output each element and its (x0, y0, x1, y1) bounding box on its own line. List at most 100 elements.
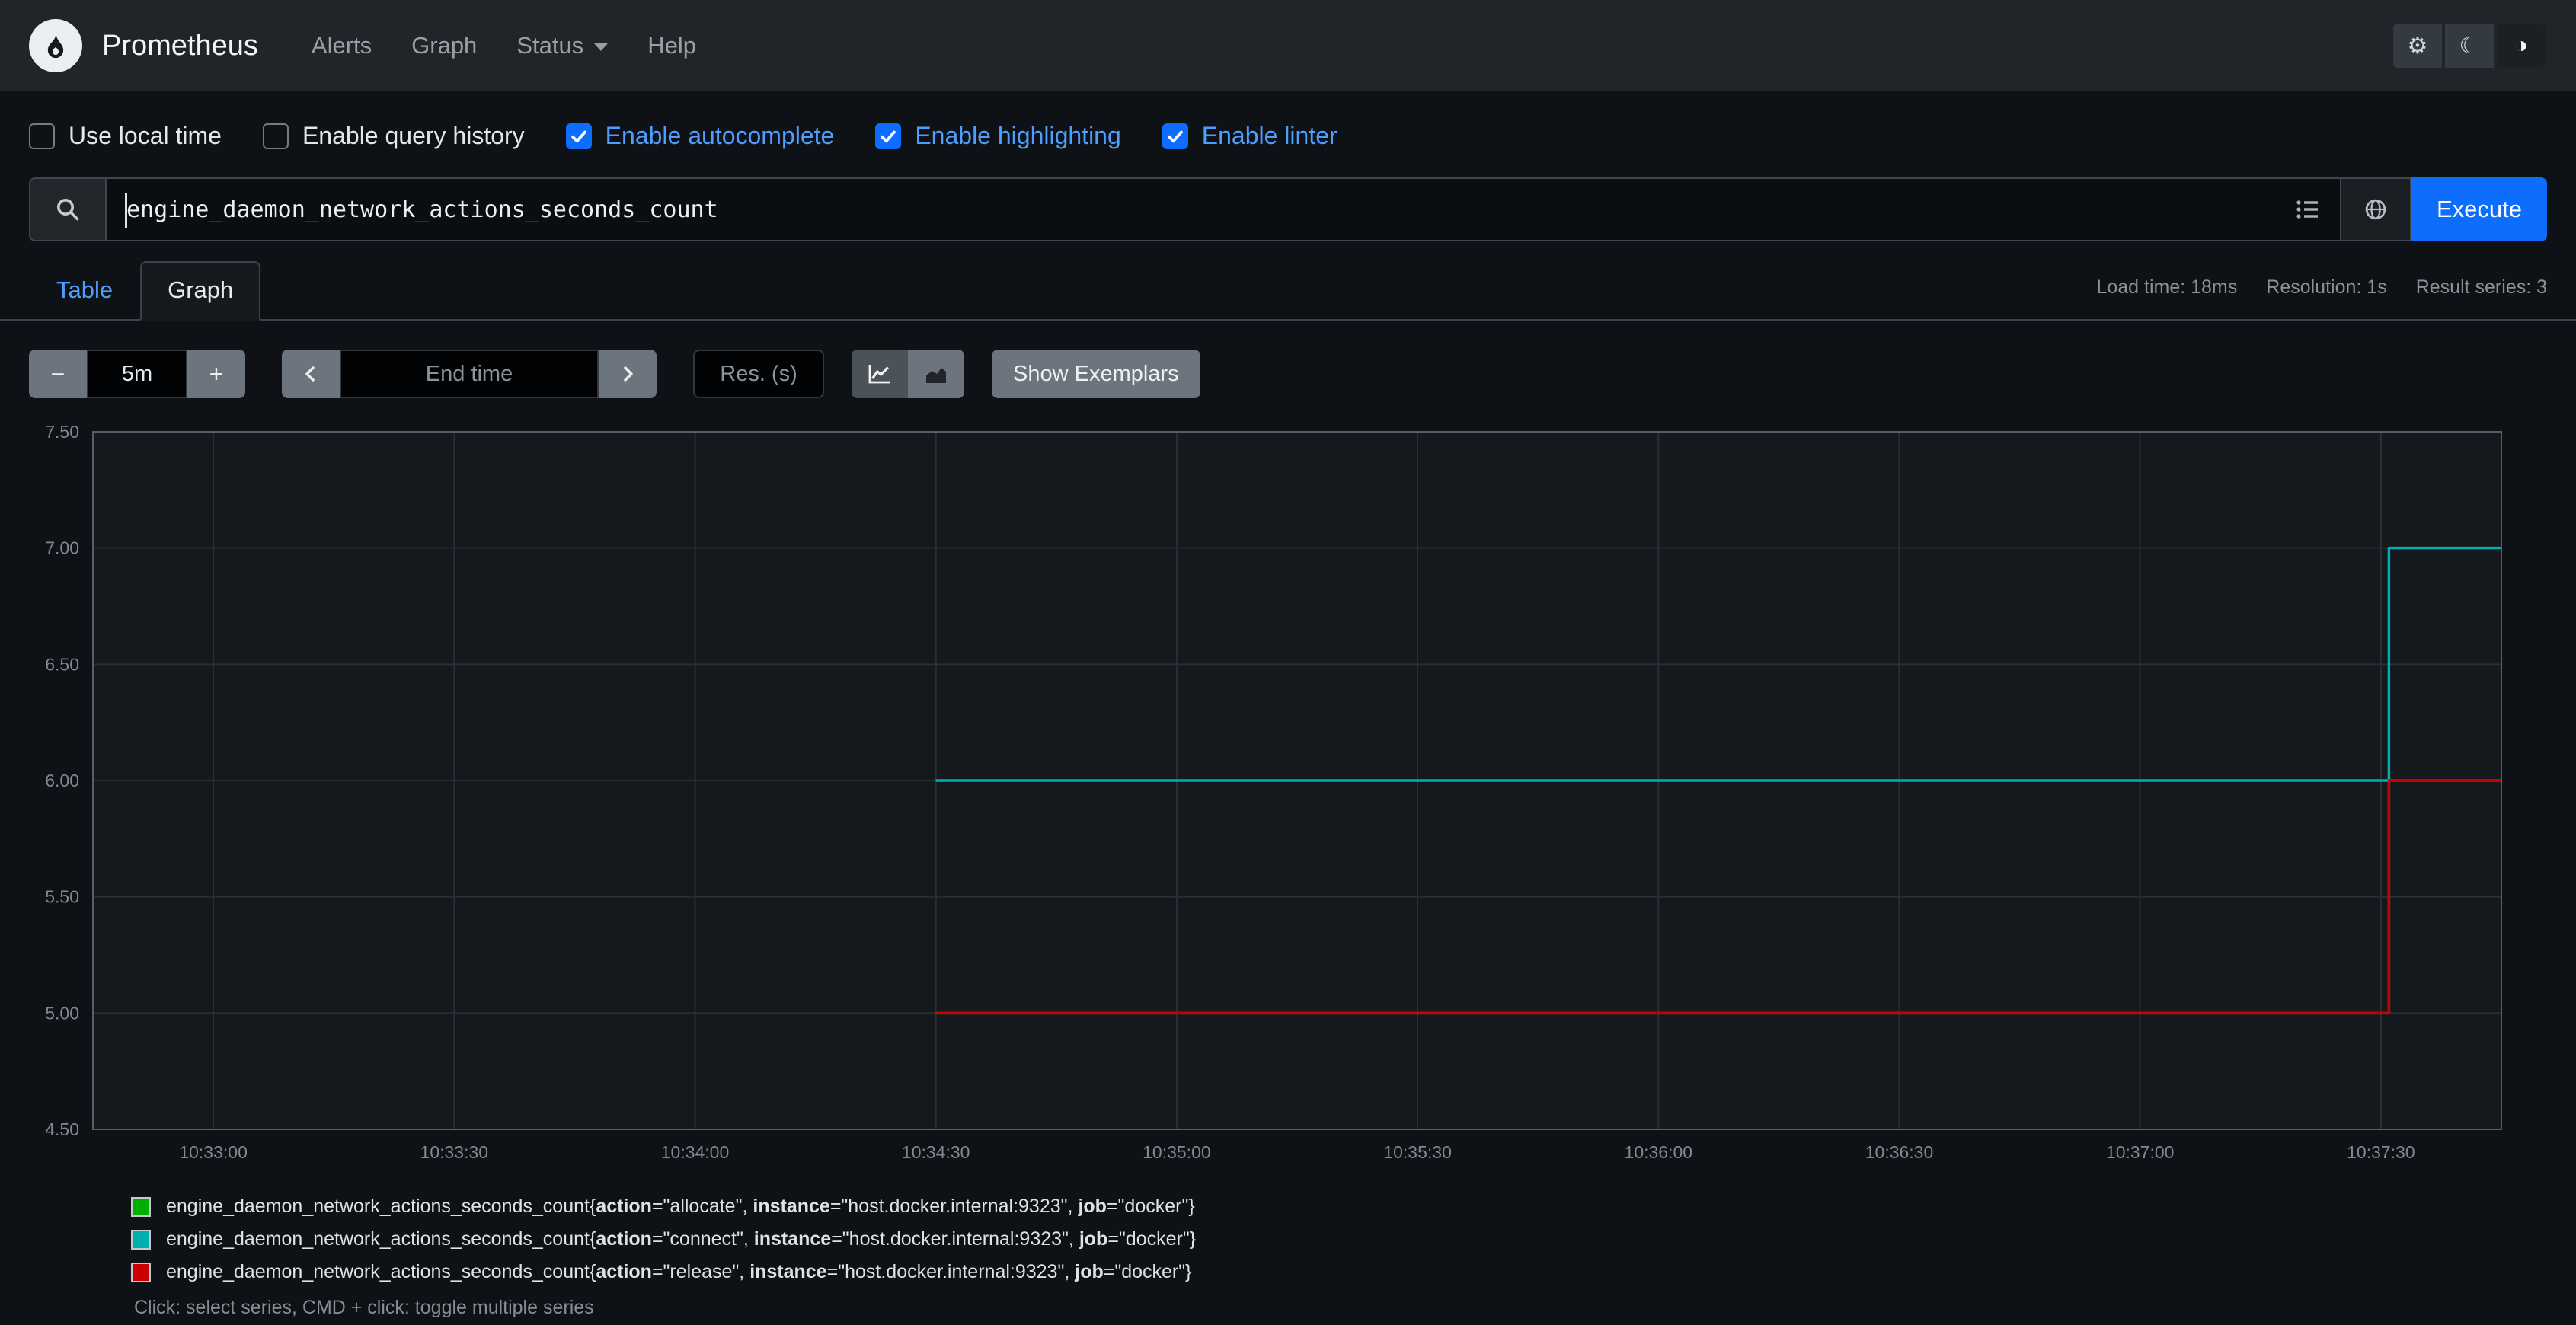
x-tick-label: 10:34:30 (902, 1142, 970, 1162)
checkbox-label: Enable highlighting (915, 122, 1121, 149)
range-input[interactable] (87, 350, 187, 398)
show-exemplars-button[interactable]: Show Exemplars (992, 350, 1200, 398)
legend-label: engine_daemon_network_actions_seconds_co… (166, 1196, 1195, 1217)
metrics-explorer-button[interactable] (2294, 197, 2320, 222)
tab-table[interactable]: Table (29, 261, 140, 321)
resolution-input[interactable] (693, 350, 824, 398)
nav-item-label: Graph (411, 32, 478, 59)
checkbox-label: Enable linter (1201, 122, 1338, 149)
graph-svg[interactable]: 10:33:00 10:33:30 10:34:00 10:34:30 10:35:00… (29, 420, 2547, 1175)
range-group: − + (29, 350, 245, 398)
x-tick-label: 10:35:00 (1143, 1142, 1211, 1162)
y-tick-label: 4.50 (45, 1119, 79, 1139)
line-chart-icon (868, 365, 890, 384)
legend-swatch (131, 1229, 151, 1250)
chart-type-group (852, 350, 964, 398)
x-tick-label: 10:33:30 (420, 1142, 489, 1162)
execute-button[interactable]: Execute (2411, 177, 2547, 241)
option-enable-autocomplete[interactable]: Enable autocomplete (565, 122, 835, 150)
stacked-chart-icon (926, 368, 946, 383)
circle-half-button[interactable]: ◑ (2495, 22, 2547, 69)
moon-button[interactable]: ☾ (2443, 22, 2495, 69)
query-input[interactable] (126, 196, 2282, 223)
nav-item-help[interactable]: Help (628, 20, 716, 72)
circle-half-icon: ◑ (2514, 33, 2529, 58)
x-tick-label: 10:33:00 (179, 1142, 248, 1162)
x-tick-label: 10:35:30 (1383, 1142, 1452, 1162)
nav-item-status[interactable]: Status (497, 20, 628, 72)
checkbox-checked-icon[interactable] (875, 123, 902, 149)
graph-panel: 10:33:00 10:33:30 10:34:00 10:34:30 10:35:00… (29, 420, 2547, 1180)
graph-controls: − + Show Exemplars (29, 350, 2547, 398)
moon-icon: ☾ (2459, 33, 2480, 59)
checkbox-label: Enable query history (302, 122, 525, 149)
legend-label: engine_daemon_network_actions_seconds_co… (166, 1261, 1192, 1282)
y-tick-label: 6.00 (45, 771, 79, 790)
x-tick-label: 10:36:30 (1865, 1142, 1934, 1162)
time-forward-button[interactable] (599, 350, 657, 398)
brand-title: Prometheus (102, 29, 258, 62)
search-icon (57, 199, 79, 221)
nav-item-label: Help (647, 32, 696, 59)
legend-item[interactable]: engine_daemon_network_actions_seconds_co… (131, 1196, 2547, 1218)
end-time-input[interactable] (340, 350, 599, 398)
time-back-button[interactable] (282, 350, 340, 398)
chevron-right-icon (624, 366, 633, 382)
x-tick-label: 10:36:00 (1625, 1142, 1693, 1162)
option-use-local-time[interactable]: Use local time (29, 122, 222, 150)
stat-0: Load time: 18ms (2096, 276, 2238, 298)
query-formatter-button[interactable] (2341, 177, 2411, 241)
decrease-range-button[interactable]: − (29, 350, 87, 398)
checkbox-checked-icon[interactable] (1162, 123, 1188, 149)
y-tick-label: 7.50 (45, 422, 79, 442)
checkbox-label: Enable autocomplete (605, 122, 835, 149)
metrics-explorer-icon (2296, 200, 2318, 219)
top-navbar: Prometheus Alerts Graph Status Help ⚙ ☾ ◑ (0, 0, 2576, 91)
query-stats: Load time: 18ms Resolution: 1s Result seri… (2096, 276, 2547, 305)
x-tick-label: 10:34:00 (661, 1142, 730, 1162)
nav-item-label: Alerts (311, 32, 372, 59)
tab-graph[interactable]: Graph (140, 261, 261, 321)
legend-hint: Click: select series, CMD + click: toggl… (134, 1297, 594, 1318)
options-row: Use local time Enable query history Enable… (0, 91, 2576, 168)
legend: engine_daemon_network_actions_seconds_co… (131, 1196, 2547, 1283)
query-field (105, 177, 2341, 241)
gear-button[interactable]: ⚙ (2392, 22, 2443, 69)
prometheus-logo-icon (29, 19, 82, 72)
checkbox-unchecked-icon[interactable] (262, 123, 289, 149)
prometheus-brand[interactable]: Prometheus (29, 19, 258, 72)
result-tabs: Table Graph Load time: 18ms Resolution: 1… (0, 261, 2576, 321)
nav-item-label: Status (516, 32, 584, 59)
stat-2: Result series: 3 (2415, 276, 2547, 298)
option-enable-query-history[interactable]: Enable query history (262, 122, 525, 150)
nav-item-graph[interactable]: Graph (392, 20, 497, 72)
option-enable-highlighting[interactable]: Enable highlighting (875, 122, 1121, 150)
checkbox-checked-icon[interactable] (565, 123, 592, 149)
y-tick-label: 5.50 (45, 887, 79, 907)
legend-swatch (131, 1262, 151, 1282)
legend-label: engine_daemon_network_actions_seconds_co… (166, 1228, 1197, 1250)
legend-item[interactable]: engine_daemon_network_actions_seconds_co… (131, 1228, 2547, 1250)
increase-range-button[interactable]: + (187, 350, 245, 398)
y-tick-label: 6.50 (45, 654, 79, 674)
y-tick-label: 7.00 (45, 538, 79, 558)
theme-toggle-group: ⚙ ☾ ◑ (2392, 22, 2547, 69)
checkbox-unchecked-icon[interactable] (29, 123, 55, 149)
nav-item-alerts[interactable]: Alerts (292, 20, 392, 72)
flame-icon (47, 32, 64, 59)
chevron-left-icon (305, 366, 315, 382)
end-time-group (282, 350, 657, 398)
stat-1: Resolution: 1s (2266, 276, 2387, 298)
stacked-graph-button[interactable] (908, 350, 964, 398)
globe-icon (2365, 199, 2386, 220)
search-addon[interactable] (29, 177, 105, 241)
option-enable-linter[interactable]: Enable linter (1162, 122, 1338, 150)
checkbox-label: Use local time (69, 122, 222, 149)
legend-item[interactable]: engine_daemon_network_actions_seconds_co… (131, 1261, 2547, 1283)
x-tick-label: 10:37:30 (2347, 1142, 2415, 1162)
x-tick-label: 10:37:00 (2106, 1142, 2175, 1162)
line-graph-button[interactable] (852, 350, 908, 398)
text-cursor (125, 193, 127, 228)
query-bar: Execute (29, 177, 2547, 241)
y-tick-label: 5.00 (45, 1003, 79, 1023)
